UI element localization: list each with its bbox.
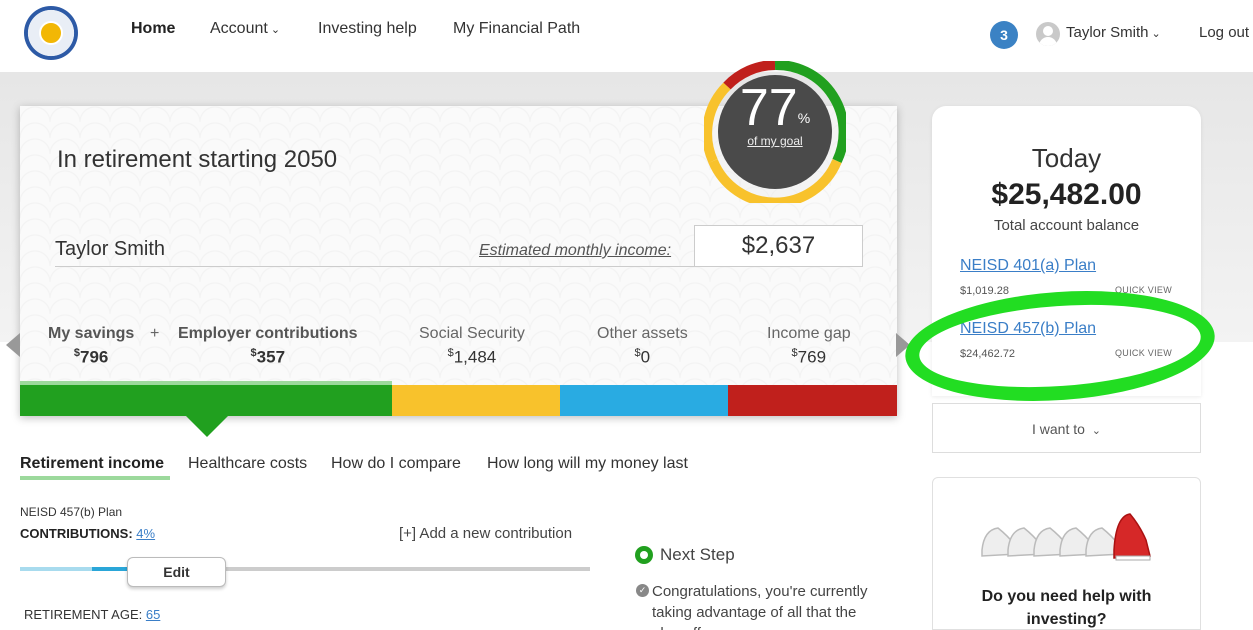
segment-employer-contributions: Employer contributions $357 (178, 325, 358, 368)
next-step-label: Next Step (660, 545, 735, 564)
segment-label: Other assets (597, 325, 688, 342)
notification-badge[interactable]: 3 (990, 21, 1018, 49)
goal-percent: 77% (739, 79, 811, 137)
tab-how-long-money-last[interactable]: How long will my money last (487, 455, 688, 473)
divider (55, 266, 705, 267)
nav-home[interactable]: Home (131, 20, 175, 38)
help-text: Do you need help with investing? (981, 588, 1152, 628)
shoes-illustration (981, 513, 1151, 561)
plan-401a-link[interactable]: NEISD 401(a) Plan (960, 257, 1096, 275)
income-bar-red[interactable] (728, 385, 897, 416)
nav-account[interactable]: Account ⌄ (210, 20, 280, 38)
check-icon: ✓ (636, 584, 649, 597)
user-avatar-icon[interactable] (1036, 22, 1060, 46)
card-title: In retirement starting 2050 (57, 146, 338, 173)
edit-button[interactable]: Edit (127, 557, 226, 587)
next-step-icon (635, 546, 653, 564)
logo-sun-icon (39, 21, 63, 45)
participant-name: Taylor Smith (55, 238, 166, 260)
segment-label: Employer contributions (178, 325, 358, 342)
org-logo[interactable] (24, 6, 78, 60)
retirement-age-link[interactable]: 65 (146, 607, 160, 622)
contributions-label: CONTRIBUTIONS: (20, 526, 133, 541)
nav-account-label: Account (210, 20, 268, 37)
income-bar-blue[interactable] (560, 385, 728, 416)
total-balance-label: Total account balance (993, 217, 1140, 234)
plan-name: NEISD 457(b) Plan (20, 505, 123, 519)
income-bar-yellow[interactable] (392, 385, 560, 416)
goal-gauge-text: 77% of my goal (723, 78, 827, 148)
total-balance: $25,482.00 (991, 178, 1142, 211)
pointer-arrow (185, 415, 229, 437)
segment-value: $769 (791, 347, 827, 367)
segment-value: $796 (73, 347, 109, 367)
slider-fill-dark (92, 567, 132, 571)
chevron-down-icon: ⌄ (1151, 28, 1161, 40)
plan-401a-amount: $1,019.28 (960, 285, 1009, 297)
segment-my-savings: My savings $796 (48, 325, 134, 368)
slider-fill-light (20, 567, 92, 571)
tab-healthcare-costs[interactable]: Healthcare costs (188, 455, 307, 473)
segment-label: My savings (48, 325, 135, 342)
segment-label: Social Security (419, 325, 525, 342)
retirement-age: RETIREMENT AGE: 65 (24, 607, 160, 622)
i-want-to-label: I want to (1031, 421, 1085, 437)
carousel-left-icon[interactable] (6, 333, 20, 357)
user-name-label: Taylor Smith (1066, 24, 1149, 41)
estimated-income-value: $2,637 (694, 225, 863, 267)
nav-financial-path[interactable]: My Financial Path (453, 20, 580, 38)
congrats-text: Congratulations, you're currently taking… (652, 583, 868, 630)
nav-investing-help[interactable]: Investing help (318, 20, 417, 38)
today-label: Today (1031, 143, 1102, 173)
chevron-down-icon: ⌄ (270, 24, 281, 36)
segment-income-gap: Income gap $769 (767, 325, 851, 368)
logout-link[interactable]: Log out (1199, 24, 1249, 41)
tab-how-do-i-compare[interactable]: How do I compare (331, 455, 461, 473)
segment-value: $0 (634, 347, 651, 367)
segment-value: $357 (250, 347, 286, 367)
goal-sub-link[interactable]: of my goal (723, 134, 827, 148)
segment-other-assets: Other assets $0 (597, 325, 688, 368)
i-want-to-dropdown[interactable]: I want to ⌄ (932, 403, 1201, 453)
active-tab-underline (20, 476, 170, 480)
plus-sign: + (150, 325, 160, 342)
top-nav: Home Account ⌄ Investing help My Financia… (0, 0, 1253, 72)
tab-retirement-income[interactable]: Retirement income (20, 455, 164, 473)
income-bar-green[interactable] (20, 385, 392, 416)
add-contribution-link[interactable]: [+] Add a new contribution (399, 525, 572, 542)
retirement-age-label: RETIREMENT AGE: (24, 607, 143, 622)
segment-value: $1,484 (447, 347, 497, 367)
contributions: CONTRIBUTIONS: 4% (20, 526, 155, 541)
contributions-value-link[interactable]: 4% (136, 526, 155, 541)
estimated-income-label[interactable]: Estimated monthly income: (479, 242, 671, 260)
user-menu[interactable]: Taylor Smith ⌄ (1066, 24, 1161, 41)
segment-social-security: Social Security $1,484 (419, 325, 525, 368)
chevron-down-icon: ⌄ (1091, 425, 1102, 437)
segment-label: Income gap (767, 325, 851, 342)
